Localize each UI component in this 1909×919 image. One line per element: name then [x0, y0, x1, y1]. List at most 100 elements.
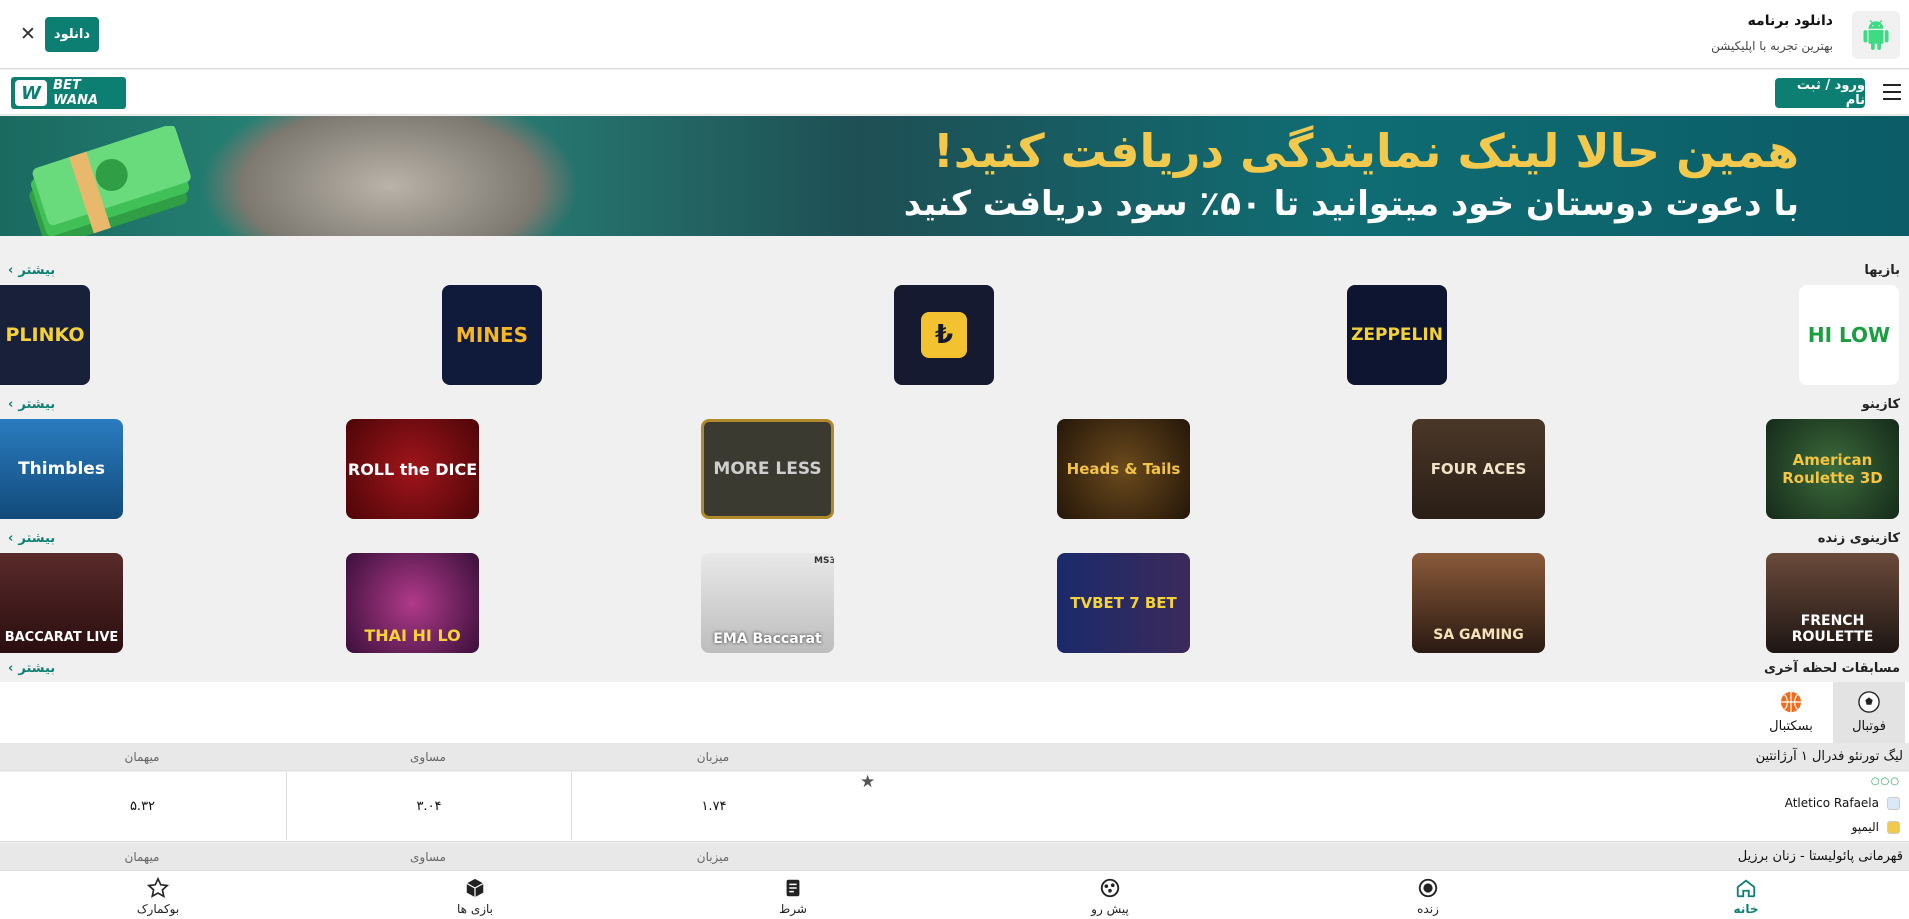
header-away: میهمان	[124, 850, 160, 864]
live-tile-label: EMA Baccarat	[713, 631, 822, 647]
more-label: بیشتر	[18, 263, 56, 278]
odd-away-button[interactable]: ۵.۳۲	[0, 772, 285, 840]
chevron-left-icon: ‹	[8, 661, 14, 676]
game-tile-plinko[interactable]: PLINKO	[0, 285, 90, 385]
live-tile-label: BACCARAT LIVE	[4, 630, 119, 645]
match-row[interactable]: ○○○ Atletico Rafaela الیمپو ★ ۱.۷۴ ۳.۰۴ …	[0, 772, 1909, 842]
nav-home[interactable]: خانه	[1706, 877, 1786, 916]
league-name: لیگ تورنئو فدرال ۱ آرژانتین	[1755, 749, 1903, 764]
league-row: قهرمانی پائولیستا - زنان برزیل میزبان مس…	[0, 843, 1909, 871]
away-team-name: الیمپو	[1851, 820, 1879, 834]
bookmark-icon	[147, 877, 169, 898]
banner-headline: همین حالا لینک نمایندگی دریافت کنید!	[932, 124, 1799, 178]
game-tile-label: ₺	[921, 312, 967, 358]
nav-label: زنده	[1417, 902, 1439, 916]
game-tile-dice[interactable]: ₺	[894, 285, 994, 385]
nav-label: بازی ها	[457, 902, 493, 916]
header-draw: مساوی	[410, 750, 446, 764]
header-home: میزبان	[696, 850, 730, 864]
casino-tile-label: MORE LESS	[713, 459, 822, 479]
team-badge-icon	[1887, 820, 1900, 834]
sport-tabs: فوتبال بسکتبال	[0, 682, 1909, 743]
nav-games[interactable]: بازی ها	[435, 877, 515, 916]
more-link-last-minute[interactable]: ‹ بیشتر	[8, 661, 55, 676]
more-link-casino[interactable]: ‹ بیشتر	[8, 397, 55, 412]
game-tile-hilow[interactable]: HI LOW	[1799, 285, 1899, 385]
more-link-games[interactable]: ‹ بیشتر	[8, 263, 55, 278]
home-team: Atletico Rafaela	[1785, 796, 1900, 810]
live-tile-baccarat-live[interactable]: BACCARAT LIVE	[0, 553, 123, 653]
login-register-button[interactable]: ورود / ثبت نام	[1775, 78, 1865, 108]
android-icon	[1852, 11, 1900, 59]
casino-tile-thimbles[interactable]: Thimbles	[0, 419, 123, 519]
game-tile-label: MINES	[455, 323, 529, 347]
banner-subline: با دعوت دوستان خود میتوانید تا ۵۰٪ سود د…	[903, 184, 1799, 224]
hamburger-menu-icon[interactable]	[1881, 81, 1903, 103]
casino-tile-american-roulette[interactable]: American Roulette 3D	[1766, 419, 1899, 519]
download-subtitle: بهترین تجربه با اپلیکیشن	[1711, 39, 1833, 53]
favorite-star-icon[interactable]: ★	[860, 772, 875, 792]
promo-banner[interactable]: همین حالا لینک نمایندگی دریافت کنید! با …	[0, 116, 1909, 236]
game-tile-label: HI LOW	[1807, 323, 1891, 347]
section-title-games: بازیها	[1864, 263, 1900, 278]
live-tile-french-roulette[interactable]: FRENCH ROULETTE	[1766, 553, 1899, 653]
home-team-name: Atletico Rafaela	[1784, 796, 1879, 810]
live-tile-tvbet[interactable]: TVBET 7 BET	[1057, 553, 1190, 653]
section-title-last-minute: مسابقات لحظه آخری	[1763, 661, 1900, 676]
header-away: میهمان	[124, 750, 160, 764]
nav-label: پیش رو	[1091, 902, 1129, 916]
more-label: بیشتر	[18, 397, 56, 412]
tab-football[interactable]: فوتبال	[1833, 682, 1905, 743]
casino-tile-four-aces[interactable]: FOUR ACES	[1412, 419, 1545, 519]
game-tile-label: PLINKO	[5, 324, 85, 346]
nav-upcoming[interactable]: پیش رو	[1070, 877, 1150, 916]
live-tile-thai-hilo[interactable]: THAI HI LO	[346, 553, 479, 653]
odd-home-button[interactable]: ۱.۷۴	[571, 772, 856, 840]
games-icon	[466, 878, 484, 898]
nav-live[interactable]: زنده	[1388, 877, 1468, 916]
download-button[interactable]: دانلود	[45, 17, 99, 52]
nav-label: بوکمارک	[136, 902, 180, 916]
bottom-navigation: خانه زنده پیش رو شرط بازی ها بوکمارک	[0, 870, 1909, 919]
casino-tile-label: American Roulette 3D	[1782, 451, 1883, 487]
upcoming-icon	[1100, 878, 1120, 898]
tab-label: فوتبال	[1852, 719, 1886, 734]
app-download-bar: دانلود برنامه بهترین تجربه با اپلیکیشن د…	[0, 0, 1909, 69]
betwana-logo[interactable]: W BET WANA	[11, 77, 126, 109]
home-icon	[1736, 879, 1756, 898]
more-label: بیشتر	[18, 531, 56, 546]
match-status: ○○○	[1870, 776, 1900, 787]
logo-mark: W	[15, 80, 48, 106]
game-tile-label: ZEPPELIN	[1351, 325, 1443, 345]
away-team: الیمپو	[1852, 820, 1900, 834]
header-home: میزبان	[696, 750, 730, 764]
live-tile-label: TVBET 7 BET	[1070, 594, 1177, 612]
game-tile-mines[interactable]: MINES	[442, 285, 542, 385]
casino-tile-more-less[interactable]: MORE LESS	[701, 419, 834, 519]
more-label: بیشتر	[18, 661, 56, 676]
casino-tile-label: FOUR ACES	[1430, 460, 1527, 478]
live-tile-label: SA GAMING	[1433, 627, 1524, 643]
league-name: قهرمانی پائولیستا - زنان برزیل	[1737, 849, 1903, 864]
live-tile-ema-baccarat[interactable]: EMA Baccarat MS3	[701, 553, 834, 653]
nav-betslip[interactable]: شرط	[753, 877, 833, 916]
casino-tile-heads-tails[interactable]: Heads & Tails	[1057, 419, 1190, 519]
nav-bookmark[interactable]: بوکمارک	[118, 877, 198, 916]
casino-tile-roll-dice[interactable]: ROLL the DICE	[346, 419, 479, 519]
casino-tile-label: Heads & Tails	[1066, 460, 1181, 478]
team-badge-icon	[1887, 796, 1900, 810]
live-tile-tag: MS3	[814, 556, 834, 566]
live-tile-sa-gaming[interactable]: SA GAMING	[1412, 553, 1545, 653]
chevron-left-icon: ‹	[8, 263, 14, 278]
tab-basketball[interactable]: بسکتبال	[1755, 682, 1827, 743]
game-tile-zeppelin[interactable]: ZEPPELIN	[1347, 285, 1447, 385]
banner-person-image	[200, 116, 580, 236]
close-icon[interactable]: ✕	[18, 22, 38, 46]
odd-draw-button[interactable]: ۳.۰۴	[286, 772, 571, 840]
money-stack-icon	[29, 126, 191, 236]
casino-tile-label: ROLL the DICE	[347, 459, 478, 479]
nav-label: خانه	[1733, 902, 1759, 916]
more-link-live-casino[interactable]: ‹ بیشتر	[8, 531, 55, 546]
section-title-casino: کازینو	[1861, 397, 1900, 412]
live-tile-label: THAI HI LO	[364, 626, 461, 645]
